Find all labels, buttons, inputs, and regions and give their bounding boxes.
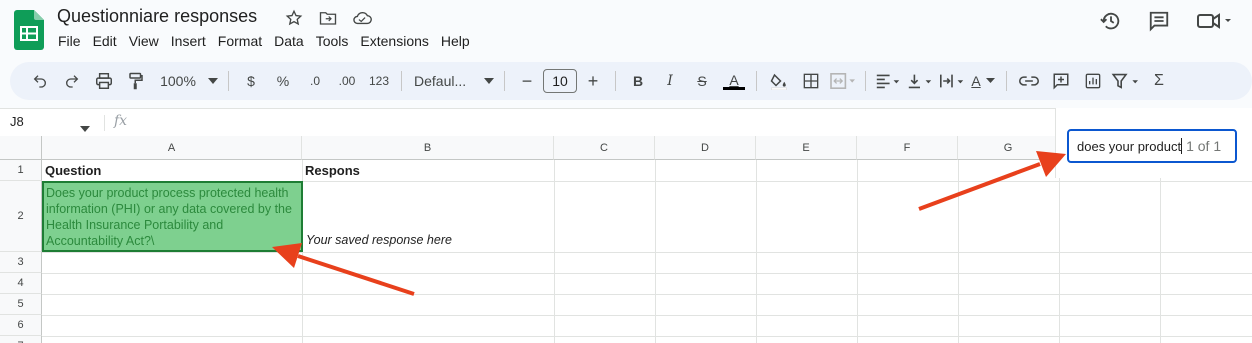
grid-line <box>42 294 1252 295</box>
text-wrapping-icon[interactable] <box>938 67 966 95</box>
text-rotation-button[interactable]: A <box>970 67 998 95</box>
text-caret <box>1181 138 1183 154</box>
menu-extensions[interactable]: Extensions <box>354 32 434 50</box>
decrease-decimal-button[interactable]: .0 <box>301 67 329 95</box>
menu-file[interactable]: File <box>58 32 87 50</box>
sheets-app: Questionniare responses File Edit View I… <box>0 0 1252 343</box>
menu-insert[interactable]: Insert <box>165 32 212 50</box>
more-formats-button[interactable]: 123 <box>365 67 393 95</box>
row-header-1[interactable]: 1 <box>0 160 42 181</box>
column-header-e[interactable]: E <box>756 136 857 160</box>
sheets-logo-icon[interactable] <box>14 10 44 50</box>
name-box-dropdown-icon[interactable] <box>80 119 90 137</box>
insert-link-icon[interactable] <box>1015 67 1043 95</box>
filter-icon[interactable] <box>1111 67 1141 95</box>
text-color-swatch <box>723 86 745 90</box>
grid-line <box>42 273 1252 274</box>
redo-icon[interactable] <box>58 67 86 95</box>
horizontal-align-icon[interactable] <box>874 67 902 95</box>
grid-line <box>42 336 1252 337</box>
row-header-2[interactable]: 2 <box>0 181 42 252</box>
toolbar: 100% $ % .0 .00 123 Defaul... − 10 + B I… <box>10 62 1252 100</box>
menu-format[interactable]: Format <box>212 32 268 50</box>
star-icon[interactable] <box>283 8 305 28</box>
cell-b1[interactable]: Respons <box>305 163 360 178</box>
insert-chart-icon[interactable] <box>1079 67 1107 95</box>
column-header-d[interactable]: D <box>655 136 756 160</box>
formula-bar-divider <box>104 115 105 131</box>
meet-video-icon[interactable] <box>1196 10 1232 32</box>
italic-button[interactable]: I <box>656 67 684 95</box>
document-title[interactable]: Questionniare responses <box>57 6 257 27</box>
toolbar-divider <box>756 71 757 91</box>
grid-line <box>42 252 1252 253</box>
strikethrough-button[interactable]: S <box>688 67 716 95</box>
toolbar-divider <box>228 71 229 91</box>
print-icon[interactable] <box>90 67 118 95</box>
move-folder-icon[interactable] <box>317 8 339 28</box>
row-header-5[interactable]: 5 <box>0 294 42 315</box>
row-header-7[interactable]: 7 <box>0 336 42 343</box>
row-header-3[interactable]: 3 <box>0 252 42 273</box>
cell-a2[interactable]: Does your product process protected heal… <box>42 181 303 252</box>
name-box[interactable]: J8 <box>10 114 24 129</box>
zoom-select[interactable]: 100% <box>154 67 202 95</box>
font-select[interactable]: Defaul... <box>410 67 478 95</box>
fx-icon: fx <box>114 113 128 129</box>
menu-edit[interactable]: Edit <box>87 32 123 50</box>
version-history-icon[interactable] <box>1100 10 1122 32</box>
row-header-6[interactable]: 6 <box>0 315 42 336</box>
increase-font-size-button[interactable]: + <box>579 67 607 95</box>
font-dropdown-icon[interactable] <box>482 67 496 95</box>
find-result-count: 1 of 1 <box>1186 138 1222 154</box>
find-input[interactable]: does your product 1 of 1 <box>1067 129 1237 163</box>
borders-icon[interactable] <box>797 67 825 95</box>
percent-button[interactable]: % <box>269 67 297 95</box>
paint-format-icon[interactable] <box>122 67 150 95</box>
toolbar-divider <box>615 71 616 91</box>
grid-line <box>42 315 1252 316</box>
undo-icon[interactable] <box>26 67 54 95</box>
vertical-align-icon[interactable] <box>906 67 934 95</box>
column-header-b[interactable]: B <box>302 136 554 160</box>
select-all-corner[interactable] <box>0 136 42 160</box>
currency-button[interactable]: $ <box>237 67 265 95</box>
menu-view[interactable]: View <box>123 32 165 50</box>
menu-data[interactable]: Data <box>268 32 310 50</box>
menu-tools[interactable]: Tools <box>310 32 355 50</box>
toolbar-divider <box>1006 71 1007 91</box>
column-header-g[interactable]: G <box>958 136 1059 160</box>
decrease-font-size-button[interactable]: − <box>513 67 541 95</box>
cell-a1[interactable]: Question <box>45 163 101 178</box>
bold-button[interactable]: B <box>624 67 652 95</box>
font-size-input[interactable]: 10 <box>543 69 577 93</box>
find-query: does your product <box>1077 138 1182 154</box>
increase-decimal-button[interactable]: .00 <box>333 67 361 95</box>
cell-b2[interactable]: Your saved response here <box>306 233 452 247</box>
insert-comment-icon[interactable] <box>1047 67 1075 95</box>
column-header-a[interactable]: A <box>42 136 302 160</box>
row-header-4[interactable]: 4 <box>0 273 42 294</box>
toolbar-divider <box>504 71 505 91</box>
toolbar-divider <box>401 71 402 91</box>
fill-color-icon[interactable] <box>765 67 793 95</box>
text-color-button[interactable]: A <box>720 67 748 95</box>
comments-icon[interactable] <box>1148 10 1170 32</box>
merge-cells-icon[interactable] <box>829 67 857 95</box>
column-header-f[interactable]: F <box>857 136 958 160</box>
menu-help[interactable]: Help <box>435 32 476 50</box>
toolbar-divider <box>865 71 866 91</box>
cloud-saved-icon[interactable] <box>351 8 373 28</box>
zoom-dropdown-icon[interactable] <box>206 67 220 95</box>
functions-button[interactable]: Σ <box>1145 67 1173 95</box>
menu-bar: File Edit View Insert Format Data Tools … <box>58 32 476 50</box>
column-header-c[interactable]: C <box>554 136 655 160</box>
